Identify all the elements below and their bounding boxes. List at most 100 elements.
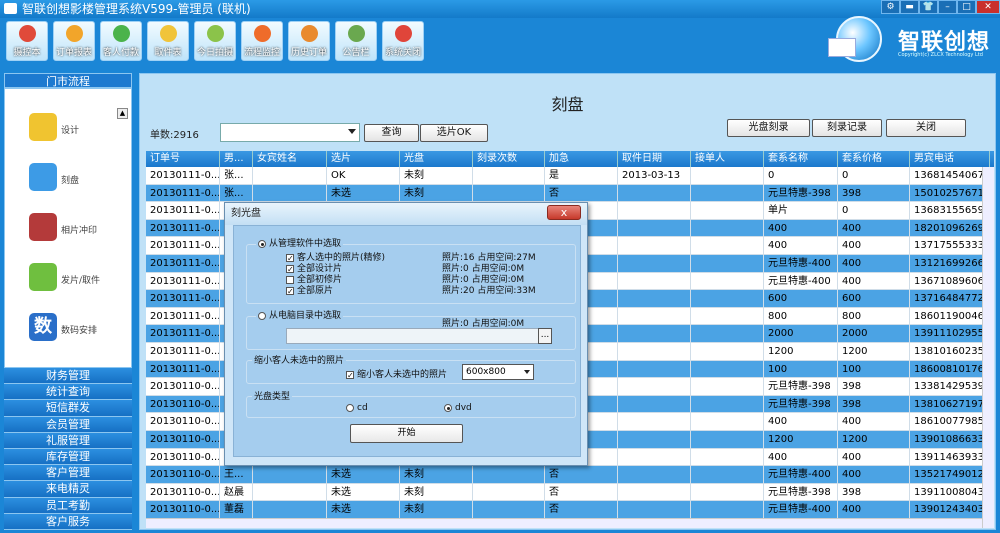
sidebar-menu-item[interactable]: 财务管理 (4, 368, 132, 385)
toolbar-button[interactable]: 摄控本 (6, 21, 48, 61)
radio-from-directory[interactable]: 从电脑目录中选取 (256, 308, 344, 321)
sidebar: 门市流程 ▲ 设计刻盘相片冲印发片/取件数数码安排 财务管理 统计查询 短信群发 会员… (4, 73, 132, 530)
checkbox-option[interactable]: ✓ 全部原片 (286, 283, 333, 296)
toolbar-button[interactable]: 客人付款 (100, 21, 142, 61)
toolbar-button[interactable]: 订单报表 (53, 21, 95, 61)
toolbar-label: 系统关闭 (384, 48, 421, 58)
column-header[interactable]: 接单人 (691, 151, 764, 167)
sidebar-item-label[interactable]: 相片冲印 (61, 223, 97, 236)
burn-record-button[interactable]: 刻录记录 (812, 119, 882, 137)
chevron-down-icon[interactable] (348, 129, 356, 134)
settings-icon[interactable]: ⚙ (881, 0, 900, 14)
sidebar-item-label[interactable]: 设计 (61, 123, 79, 136)
dialog-close-button[interactable]: x (547, 205, 581, 220)
sidebar-menu-item[interactable]: 统计查询 (4, 384, 132, 401)
shrink-checkbox[interactable]: ✓ 缩小客人未选中的照片 (346, 367, 447, 380)
sidebar-menu-item[interactable]: 短信群发 (4, 400, 132, 417)
close-icon[interactable]: ✕ (976, 0, 1000, 14)
sidebar-menu-item[interactable]: 客户管理 (4, 465, 132, 482)
table-cell (618, 342, 691, 361)
toolbar-button[interactable]: 取件表 (147, 21, 189, 61)
table-cell: 400 (838, 413, 910, 431)
table-row[interactable]: 20130111-0... 张... 未选 未刻 否 元旦特惠-398 398 1501025… (146, 184, 990, 203)
dialog-title: 刻光盘 (225, 203, 587, 225)
sidebar-item-label[interactable]: 数码安排 (61, 323, 97, 336)
sidebar-menu-item[interactable]: 礼服管理 (4, 432, 132, 449)
toolbar-button[interactable]: 系统关闭 (382, 21, 424, 61)
column-header[interactable]: 男宾电话 (910, 151, 990, 167)
table-cell: 20130110-0... (146, 466, 220, 484)
table-cell (253, 501, 327, 519)
photo-print-icon[interactable] (29, 213, 57, 241)
envelope-icon (828, 38, 856, 57)
sidebar-menu-item[interactable]: 客户服务 (4, 513, 132, 530)
table-cell (618, 395, 691, 414)
table-cell: 1200 (764, 342, 838, 361)
close-button[interactable]: 关闭 (886, 119, 966, 137)
column-header[interactable]: 女宾姓名 (253, 151, 327, 167)
toolbar-button[interactable]: 历史订单 (288, 21, 330, 61)
column-header[interactable]: 套系价格 (838, 151, 910, 167)
radio-from-software[interactable]: 从管理软件中选取 (256, 236, 344, 249)
pickup-icon[interactable] (29, 263, 57, 291)
column-header[interactable]: 刻录次数 (473, 151, 545, 167)
sidebar-menu-item[interactable]: 来电精灵 (4, 481, 132, 498)
table-cell: 400 (838, 448, 910, 467)
column-header[interactable]: 光盘 (400, 151, 473, 167)
sidebar-menu-item[interactable]: 员工考勤 (4, 497, 132, 514)
start-button[interactable]: 开始 (350, 424, 463, 443)
table-cell: 20130110-0... (146, 413, 220, 431)
design-icon[interactable] (29, 113, 57, 141)
table-cell: 13121699266 (910, 254, 990, 273)
table-cell (691, 202, 764, 220)
size-select[interactable]: 600x800 (462, 364, 534, 380)
table-row[interactable]: 20130111-0... 张... OK 未刻是 2013-03-13 0 0 136814… (146, 167, 990, 185)
table-row[interactable]: 20130110-0... 董磊 未选 未刻 否 元旦特惠-400 400 139012434… (146, 501, 990, 519)
skin-icon[interactable]: 👕 (919, 0, 938, 14)
toolbar-button[interactable]: 今日拍摄 (194, 21, 236, 61)
sidebar-header[interactable]: 门市流程 (4, 73, 132, 88)
menu-icon[interactable]: ▬ (900, 0, 919, 14)
sidebar-item-label[interactable]: 发片/取件 (61, 273, 100, 286)
radio-cd[interactable]: cd (346, 403, 368, 413)
radio-dvd[interactable]: dvd (444, 403, 472, 413)
chevron-down-icon[interactable] (524, 370, 530, 374)
minimize-icon[interactable]: – (938, 0, 957, 14)
burn-disc-button[interactable]: 光盘刻录 (727, 119, 810, 137)
search-combobox[interactable] (220, 123, 360, 142)
column-header[interactable]: 加急 (545, 151, 618, 167)
sidebar-menu-item[interactable]: 会员管理 (4, 416, 132, 433)
query-button[interactable]: 查询 (364, 124, 419, 142)
toolbar-label: 今日拍摄 (196, 48, 233, 58)
maximize-icon[interactable]: □ (957, 0, 976, 14)
table-cell (618, 290, 691, 308)
disc-icon[interactable] (29, 163, 57, 191)
toolbar-button[interactable]: 公告栏 (335, 21, 377, 61)
toolbar-button[interactable]: 流程监控 (241, 21, 283, 61)
digital-icon[interactable]: 数 (29, 313, 57, 341)
column-header[interactable]: 套系名称 (764, 151, 838, 167)
table-row[interactable]: 20130110-0... 赵晨 未选 未刻 否 元旦特惠-398 398 139110080… (146, 483, 990, 502)
table-row[interactable]: 20130110-0... 王... 未选 未刻 否 元旦特惠-400 400 1352174… (146, 466, 990, 484)
toolbar-icon (254, 25, 271, 42)
table-cell (691, 307, 764, 326)
directory-path-input[interactable] (286, 328, 540, 344)
shrink-label: 缩小客人未选中的照片 (357, 370, 448, 380)
select-ok-button[interactable]: 选片OK (420, 124, 488, 142)
table-cell: 13683155659 (910, 202, 990, 220)
table-cell: 13901243403 (910, 501, 990, 519)
group-title: 从电脑目录中选取 (269, 311, 342, 321)
table-cell: 18601190046 (910, 307, 990, 326)
scroll-up-icon[interactable]: ▲ (117, 108, 128, 119)
browse-button[interactable]: ... (538, 328, 552, 344)
table-cell (691, 219, 764, 238)
sidebar-menu-item[interactable]: 库存管理 (4, 448, 132, 466)
column-header[interactable]: 取件日期 (618, 151, 691, 167)
column-header[interactable]: 订单号 (146, 151, 220, 167)
column-header[interactable]: 选片 (327, 151, 400, 167)
horizontal-scrollbar[interactable] (146, 518, 982, 528)
sidebar-item-label[interactable]: 刻盘 (61, 173, 79, 186)
column-header[interactable]: 男... (220, 151, 253, 167)
vertical-scrollbar[interactable] (982, 167, 994, 528)
table-cell: 否 (545, 466, 618, 484)
